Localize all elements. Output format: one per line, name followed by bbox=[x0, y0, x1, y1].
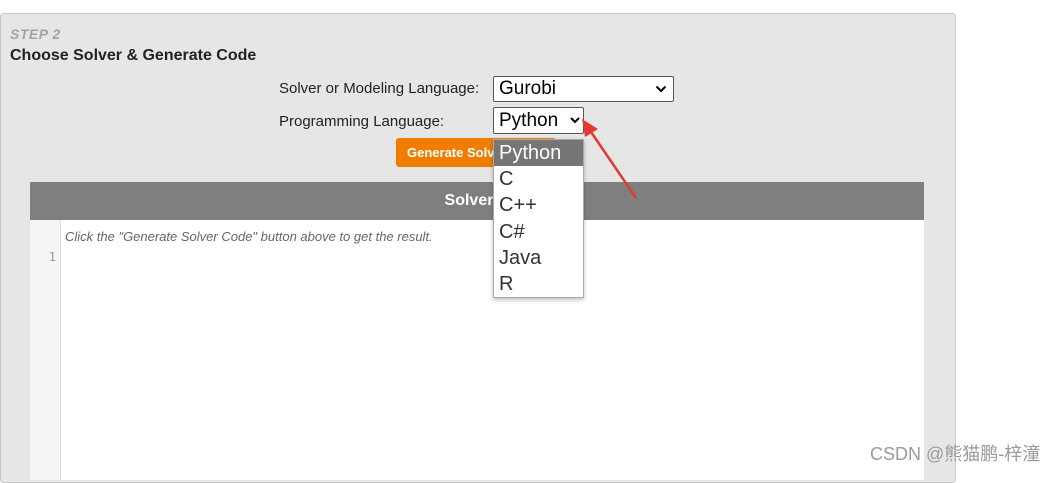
code-panel-header: Solver C bbox=[30, 182, 924, 220]
step-title: Choose Solver & Generate Code bbox=[10, 47, 257, 64]
dropdown-option-cpp[interactable]: C++ bbox=[494, 192, 583, 218]
dropdown-option-c[interactable]: C bbox=[494, 166, 583, 192]
language-label: Programming Language: bbox=[279, 113, 445, 130]
language-select[interactable]: Python bbox=[493, 107, 584, 134]
line-number-gutter: 1 bbox=[30, 220, 61, 480]
chevron-down-icon bbox=[653, 81, 669, 97]
code-placeholder: Click the "Generate Solver Code" button … bbox=[65, 229, 433, 244]
dropdown-option-r[interactable]: R bbox=[494, 271, 583, 297]
language-dropdown-list[interactable]: Python C C++ C# Java R bbox=[493, 139, 584, 298]
solver-label: Solver or Modeling Language: bbox=[279, 80, 480, 97]
step-label: STEP 2 bbox=[10, 26, 61, 42]
dropdown-option-python[interactable]: Python bbox=[494, 140, 583, 167]
code-panel-title: Solver C bbox=[444, 192, 510, 209]
solver-select[interactable]: Gurobi bbox=[493, 76, 674, 102]
watermark: CSDN @熊猫鹏-梓潼 bbox=[870, 444, 1041, 464]
solver-select-value: Gurobi bbox=[499, 78, 557, 99]
code-editor[interactable]: 1 Click the "Generate Solver Code" butto… bbox=[30, 220, 924, 480]
dropdown-option-csharp[interactable]: C# bbox=[494, 219, 583, 245]
chevron-down-icon bbox=[569, 113, 581, 129]
language-select-value: Python bbox=[499, 109, 559, 131]
line-number: 1 bbox=[48, 250, 56, 264]
dropdown-option-java[interactable]: Java bbox=[494, 245, 583, 271]
